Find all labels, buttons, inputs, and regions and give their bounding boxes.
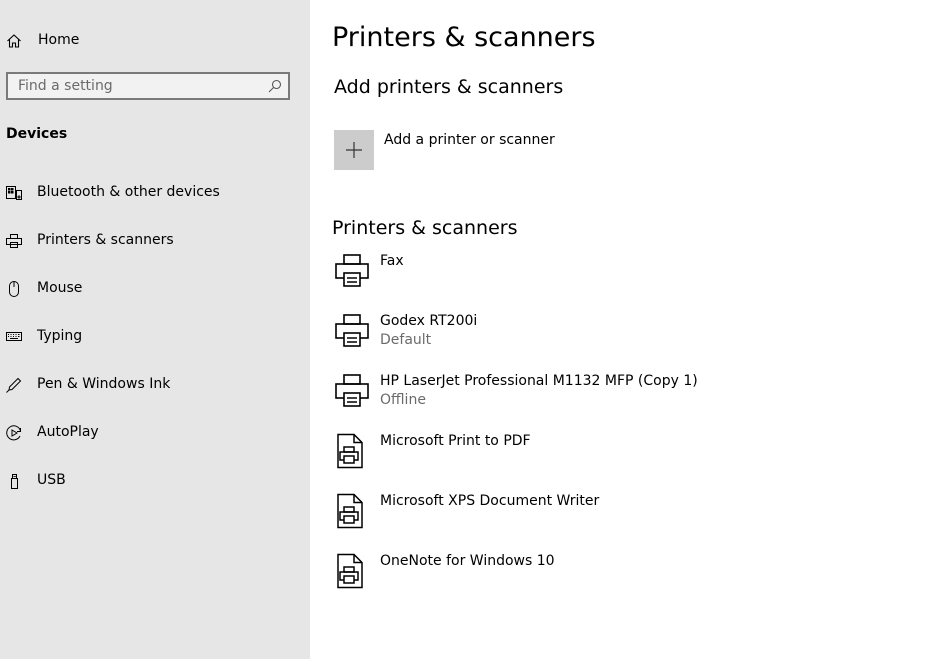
printer-icon: [335, 254, 369, 287]
printer-name: Microsoft Print to PDF: [380, 433, 531, 449]
mouse-icon: [9, 281, 19, 297]
sidebar-item-typing[interactable]: Typing: [0, 317, 310, 357]
document-printer-icon: [337, 493, 363, 529]
document-printer-icon: [337, 433, 363, 469]
printers-list-title: Printers & scanners: [332, 217, 518, 239]
sidebar-item-pen[interactable]: Pen & Windows Ink: [0, 365, 310, 405]
printer-name: Godex RT200i: [380, 313, 478, 329]
sidebar-item-label: Home: [38, 32, 80, 48]
search-input[interactable]: [8, 74, 268, 98]
bluetooth-devices-icon: [6, 186, 22, 200]
autoplay-icon: [6, 425, 21, 441]
add-printer-label[interactable]: Add a printer or scanner: [384, 132, 555, 148]
sidebar-item-autoplay[interactable]: AutoPlay: [0, 413, 310, 453]
printer-item-onenote[interactable]: OneNote for Windows 10: [332, 553, 932, 609]
main-content: Printers & scanners Add printers & scann…: [310, 0, 952, 659]
search-field[interactable]: [6, 72, 290, 100]
sidebar-item-mouse[interactable]: Mouse: [0, 269, 310, 309]
printer-name: Microsoft XPS Document Writer: [380, 493, 600, 509]
printer-status: Offline: [380, 392, 426, 408]
sidebar-section-title: Devices: [6, 126, 68, 142]
printer-name: HP LaserJet Professional M1132 MFP (Copy…: [380, 373, 698, 389]
printer-name: OneNote for Windows 10: [380, 553, 555, 569]
printer-icon: [335, 374, 369, 407]
printer-item-hp[interactable]: HP LaserJet Professional M1132 MFP (Copy…: [332, 373, 932, 429]
settings-window: Home Devices Bluetooth & other devices: [0, 0, 952, 659]
printer-item-fax[interactable]: Fax: [332, 253, 932, 309]
plus-icon: [346, 142, 362, 158]
sidebar-item-home[interactable]: Home: [0, 24, 310, 58]
sidebar-item-label: AutoPlay: [37, 424, 99, 440]
sidebar-item-printers[interactable]: Printers & scanners: [0, 221, 310, 261]
sidebar-item-label: Printers & scanners: [37, 232, 174, 248]
search-icon[interactable]: [268, 79, 282, 93]
sidebar-item-bluetooth[interactable]: Bluetooth & other devices: [0, 173, 310, 213]
printer-item-print-to-pdf[interactable]: Microsoft Print to PDF: [332, 433, 932, 489]
sidebar-item-label: Pen & Windows Ink: [37, 376, 171, 392]
printer-icon: [6, 234, 22, 248]
page-title: Printers & scanners: [332, 22, 596, 53]
printer-item-xps-writer[interactable]: Microsoft XPS Document Writer: [332, 493, 932, 549]
sidebar-item-usb[interactable]: USB: [0, 461, 310, 501]
sidebar-item-label: Mouse: [37, 280, 83, 296]
usb-icon: [11, 474, 18, 489]
add-printer-button[interactable]: [334, 130, 374, 170]
add-section-title: Add printers & scanners: [334, 76, 564, 98]
pen-icon: [6, 377, 22, 393]
keyboard-icon: [6, 332, 22, 341]
sidebar-item-label: USB: [37, 472, 66, 488]
printer-status: Default: [380, 332, 432, 348]
home-icon: [7, 34, 21, 48]
sidebar-item-label: Bluetooth & other devices: [37, 184, 220, 200]
printer-item-godex[interactable]: Godex RT200i Default: [332, 313, 932, 369]
printer-icon: [335, 314, 369, 347]
printer-name: Fax: [380, 253, 404, 269]
sidebar-item-label: Typing: [37, 328, 83, 344]
document-printer-icon: [337, 553, 363, 589]
sidebar: Home Devices Bluetooth & other devices: [0, 0, 310, 659]
